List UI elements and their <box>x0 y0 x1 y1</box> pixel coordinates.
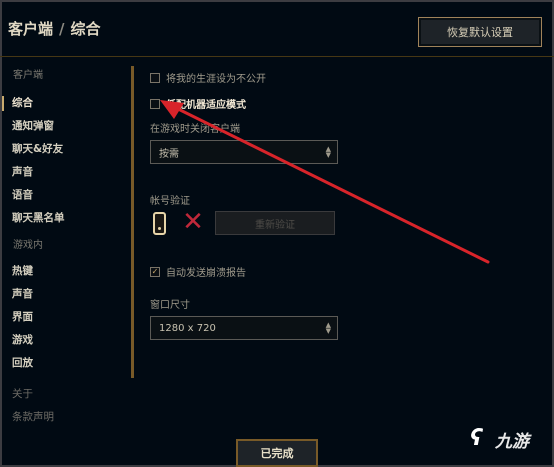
hide-career-option[interactable]: 将我的生涯设为不公开 <box>150 70 266 85</box>
low-spec-option[interactable]: 低配机器适应模式 <box>150 96 246 111</box>
page-title: 客户端 / 综合 <box>8 18 101 39</box>
auto-crash-report-option[interactable]: ✓ 自动发送崩溃报告 <box>150 264 246 279</box>
sidebar-item-ingame-sound[interactable]: 声音 <box>0 283 130 306</box>
close-client-dropdown[interactable]: 按需 ▲ ▼ <box>150 140 338 164</box>
sidebar-group-client: 客户端 <box>13 70 43 81</box>
sidebar-group-ingame: 游戏内 <box>13 240 43 251</box>
reverify-button[interactable]: 重新验证 <box>215 211 335 235</box>
sidebar: 客户端 综合 通知弹窗 聊天&好友 声音 语音 聊天黑名单 游戏内 热键 声音 … <box>0 64 130 429</box>
window-size-value: 1280 x 720 <box>159 322 216 334</box>
sidebar-item-interface[interactable]: 界面 <box>0 306 130 329</box>
dropdown-arrows-icon: ▲ ▼ <box>325 321 331 335</box>
sidebar-item-hotkeys[interactable]: 热键 <box>0 260 130 283</box>
sidebar-item-sound[interactable]: 声音 <box>0 161 130 184</box>
window-size-label: 窗口尺寸 <box>150 300 190 311</box>
window-size-dropdown[interactable]: 1280 x 720 ▲ ▼ <box>150 316 338 340</box>
watermark: ʕ 九游 <box>470 426 529 452</box>
breadcrumb-separator: / <box>59 19 65 38</box>
auto-crash-report-checkbox[interactable]: ✓ <box>150 266 160 277</box>
header-divider <box>0 56 554 57</box>
sidebar-item-replays[interactable]: 回放 <box>0 352 130 375</box>
close-client-label: 在游戏时关闭客户端 <box>150 124 240 135</box>
sidebar-scrollbar[interactable] <box>131 66 134 378</box>
phone-icon <box>153 212 166 235</box>
breadcrumb-current: 综合 <box>70 20 101 38</box>
sidebar-item-chat-friends[interactable]: 聊天&好友 <box>0 138 130 161</box>
breadcrumb-section: 客户端 <box>8 20 54 38</box>
low-spec-checkbox[interactable] <box>150 98 160 109</box>
sidebar-item-terms[interactable]: 条款声明 <box>0 406 130 429</box>
done-button[interactable]: 已完成 <box>236 439 318 467</box>
low-spec-label: 低配机器适应模式 <box>166 100 246 111</box>
sidebar-item-general[interactable]: 综合 <box>0 92 130 115</box>
sidebar-item-blocklist[interactable]: 聊天黑名单 <box>0 207 130 230</box>
sidebar-item-about[interactable]: 关于 <box>0 383 130 406</box>
reset-defaults-button[interactable]: 恢复默认设置 <box>418 17 542 47</box>
hide-career-label: 将我的生涯设为不公开 <box>166 74 266 85</box>
dropdown-arrows-icon: ▲ ▼ <box>325 145 331 159</box>
hide-career-checkbox[interactable] <box>150 72 160 83</box>
sidebar-item-voice[interactable]: 语音 <box>0 184 130 207</box>
unverified-x-icon: ✕ <box>182 207 204 237</box>
account-verify-label: 帐号验证 <box>150 196 190 207</box>
watermark-text: 九游 <box>495 431 529 452</box>
sidebar-item-game[interactable]: 游戏 <box>0 329 130 352</box>
sidebar-item-notifications[interactable]: 通知弹窗 <box>0 115 130 138</box>
watermark-logo-icon: ʕ <box>470 426 483 451</box>
auto-crash-report-label: 自动发送崩溃报告 <box>166 268 246 279</box>
close-client-value: 按需 <box>159 148 179 160</box>
